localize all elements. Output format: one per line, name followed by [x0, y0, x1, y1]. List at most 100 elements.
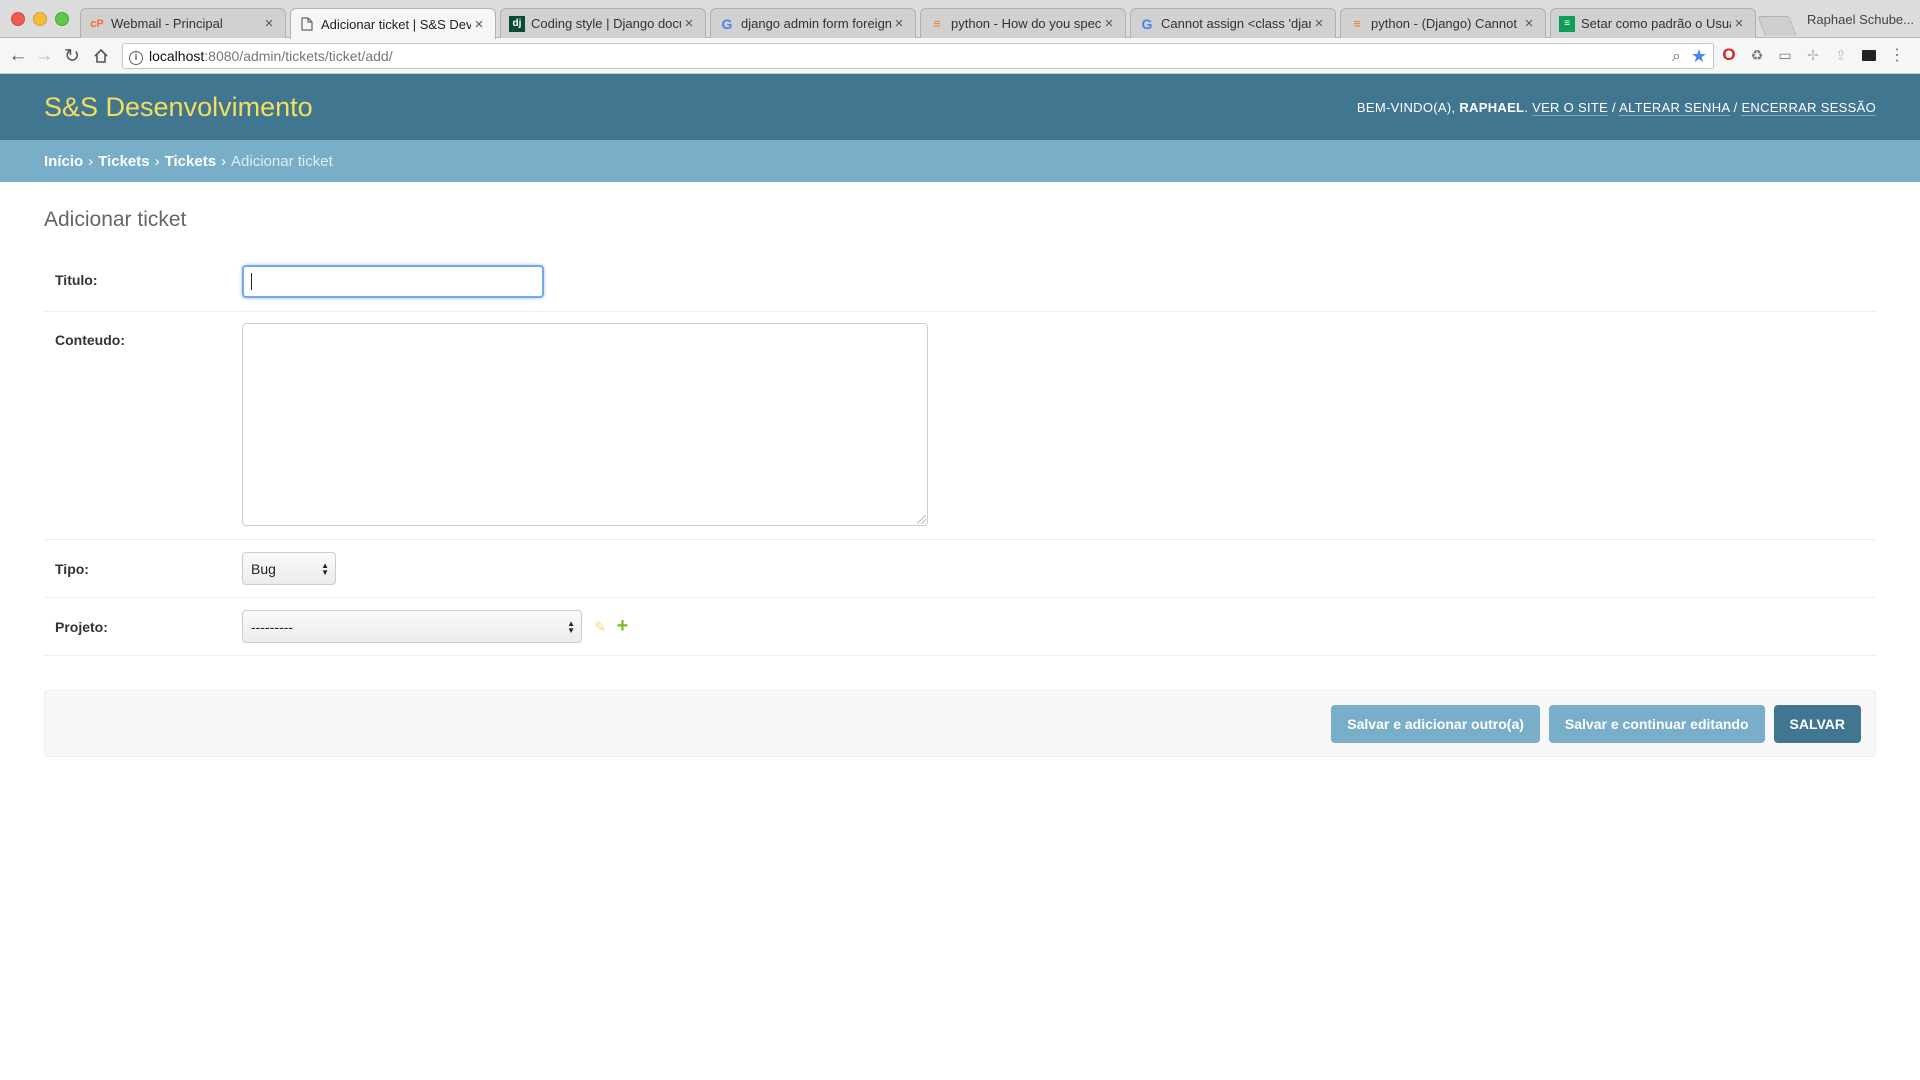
tipo-selected-value: Bug	[251, 560, 276, 577]
address-bar-actions: ⌕ ★	[1672, 46, 1707, 67]
save-and-add-another-button[interactable]: Salvar e adicionar outro(a)	[1331, 704, 1540, 743]
welcome-text: Bem-vindo(a),	[1356, 99, 1456, 115]
window-close-button[interactable]	[11, 12, 25, 26]
window-maximize-button[interactable]	[55, 12, 69, 26]
tab-title: Coding style | Django docu	[531, 16, 681, 31]
save-and-continue-button[interactable]: Salvar e continuar editando	[1548, 704, 1765, 743]
breadcrumb-separator: ›	[88, 152, 94, 170]
browser-tab[interactable]: G django admin form foreign ×	[710, 8, 916, 38]
tab-close-icon[interactable]: ×	[471, 16, 487, 33]
browser-tab[interactable]: dj Coding style | Django docu ×	[500, 8, 706, 38]
sheet-icon: ≡	[1559, 15, 1575, 32]
breadcrumb-separator: ›	[154, 152, 160, 170]
window-minimize-button[interactable]	[33, 12, 47, 26]
opera-extension-icon[interactable]: O	[1720, 45, 1738, 64]
tab-title: Adicionar ticket | S&S Dev	[321, 16, 471, 32]
site-branding[interactable]: S&S Desenvolvimento	[44, 92, 313, 123]
arrow-right-icon: →	[34, 45, 54, 66]
form-row-conteudo: Conteudo:	[44, 312, 1876, 540]
admin-header: S&S Desenvolvimento Bem-vindo(a), Raphae…	[0, 74, 1920, 140]
browser-tab[interactable]: ≡ python - How do you speci ×	[920, 8, 1126, 38]
resize-handle-icon[interactable]	[917, 515, 926, 524]
browser-menu-icon[interactable]: ⋮	[1888, 46, 1906, 64]
reload-icon: ↻	[64, 45, 80, 67]
forward-button[interactable]: →	[32, 44, 56, 68]
stackoverflow-icon: ≡	[933, 16, 941, 31]
conteudo-textarea[interactable]	[242, 323, 928, 526]
page-icon	[299, 16, 315, 32]
tab-title: Webmail - Principal	[111, 16, 223, 31]
reload-button[interactable]: ↻	[60, 44, 84, 68]
projeto-select[interactable]: --------- ▲ ▼	[242, 610, 582, 643]
breadcrumb-home-link[interactable]: Início	[44, 153, 83, 170]
new-tab-button[interactable]	[1757, 16, 1797, 36]
extension-icon[interactable]: ⇪	[1832, 46, 1850, 64]
tab-close-icon[interactable]: ×	[261, 15, 277, 32]
home-icon	[94, 48, 108, 63]
titulo-input[interactable]	[242, 265, 544, 298]
select-arrows-icon: ▲ ▼	[321, 560, 329, 577]
save-button[interactable]: Salvar	[1773, 704, 1861, 743]
tab-title: Setar como padrão o Usuar	[1581, 16, 1731, 31]
content: Adicionar ticket Titulo: Conteudo: Tipo:…	[0, 208, 1920, 757]
tipo-select[interactable]: Bug ▲ ▼	[242, 552, 336, 585]
tab-title: django admin form foreign	[741, 16, 891, 31]
browser-tab[interactable]: cP Webmail - Principal ×	[80, 8, 286, 38]
cpanel-icon: cP	[90, 17, 104, 30]
admin-page: S&S Desenvolvimento Bem-vindo(a), Raphae…	[0, 74, 1920, 1080]
bookmark-star-icon[interactable]: ★	[1691, 46, 1707, 67]
browser-tab[interactable]: ≡ python - (Django) Cannot a ×	[1340, 8, 1546, 38]
tab-close-icon[interactable]: ×	[1521, 15, 1537, 32]
add-related-plus-icon[interactable]: +	[617, 615, 629, 638]
username: Raphael	[1459, 99, 1525, 115]
projeto-selected-value: ---------	[251, 618, 293, 635]
recycle-extension-icon[interactable]: ♻	[1748, 46, 1766, 64]
browser-tab-strip: cP Webmail - Principal × Adicionar ticke…	[0, 0, 1920, 39]
url-host: localhost	[149, 48, 205, 64]
browser-tab-active[interactable]: Adicionar ticket | S&S Dev ×	[290, 8, 496, 39]
view-site-link[interactable]: Ver o site	[1532, 99, 1609, 116]
tab-close-icon[interactable]: ×	[1101, 15, 1117, 32]
arrow-left-icon: ←	[8, 45, 28, 66]
django-icon: dj	[509, 15, 525, 32]
site-info-icon[interactable]: i	[123, 47, 149, 65]
titulo-label: Titulo:	[55, 272, 98, 288]
zoom-icon[interactable]: ⌕	[1672, 48, 1681, 66]
text-caret	[251, 273, 252, 290]
submit-row: Salvar e adicionar outro(a) Salvar e con…	[44, 690, 1876, 757]
cast-icon[interactable]: ▭	[1776, 46, 1794, 64]
url-path: :8080/admin/tickets/ticket/add/	[204, 48, 393, 64]
breadcrumb-app-link[interactable]: Tickets	[98, 153, 149, 170]
select-arrows-icon: ▲ ▼	[567, 618, 575, 635]
browser-toolbar: ← → ↻ i localhost:8080/admin/tickets/tic…	[0, 38, 1920, 74]
browser-tab[interactable]: ≡ Setar como padrão o Usuar ×	[1550, 8, 1756, 38]
logout-link[interactable]: Encerrar sessão	[1741, 99, 1876, 116]
tab-title: Cannot assign <class 'djang	[1161, 16, 1311, 31]
breadcrumb: Início › Tickets › Tickets › Adicionar t…	[0, 140, 1920, 182]
tab-close-icon[interactable]: ×	[891, 15, 907, 32]
page-title: Adicionar ticket	[44, 208, 187, 231]
breadcrumb-model-link[interactable]: Tickets	[165, 153, 216, 170]
back-button[interactable]: ←	[6, 44, 30, 68]
terminal-extension-icon[interactable]	[1860, 46, 1878, 64]
edit-related-pencil-icon[interactable]: ✎	[594, 618, 607, 636]
stackoverflow-icon: ≡	[1353, 16, 1361, 31]
tab-close-icon[interactable]: ×	[681, 15, 697, 32]
home-button[interactable]	[89, 44, 113, 68]
extension-icon[interactable]: ✢	[1804, 46, 1822, 64]
address-bar[interactable]: i localhost:8080/admin/tickets/ticket/ad…	[122, 43, 1714, 69]
browser-profile-name[interactable]: Raphael Schube...	[1807, 12, 1914, 27]
conteudo-label: Conteudo:	[55, 332, 125, 348]
browser-tab[interactable]: G Cannot assign <class 'djang ×	[1130, 8, 1336, 38]
tab-close-icon[interactable]: ×	[1731, 15, 1747, 32]
tab-title: python - (Django) Cannot a	[1371, 16, 1521, 31]
user-tools: Bem-vindo(a), Raphael. Ver o site / Alte…	[1356, 99, 1876, 116]
tab-title: python - How do you speci	[951, 16, 1101, 31]
form-row-projeto: Projeto: --------- ▲ ▼ ✎ +	[44, 598, 1876, 656]
google-icon: G	[721, 15, 733, 32]
tipo-label: Tipo:	[55, 560, 89, 577]
change-password-link[interactable]: Alterar senha	[1619, 99, 1730, 116]
breadcrumb-current: Adicionar ticket	[231, 152, 333, 170]
tab-close-icon[interactable]: ×	[1311, 15, 1327, 32]
breadcrumb-separator: ›	[221, 152, 227, 170]
